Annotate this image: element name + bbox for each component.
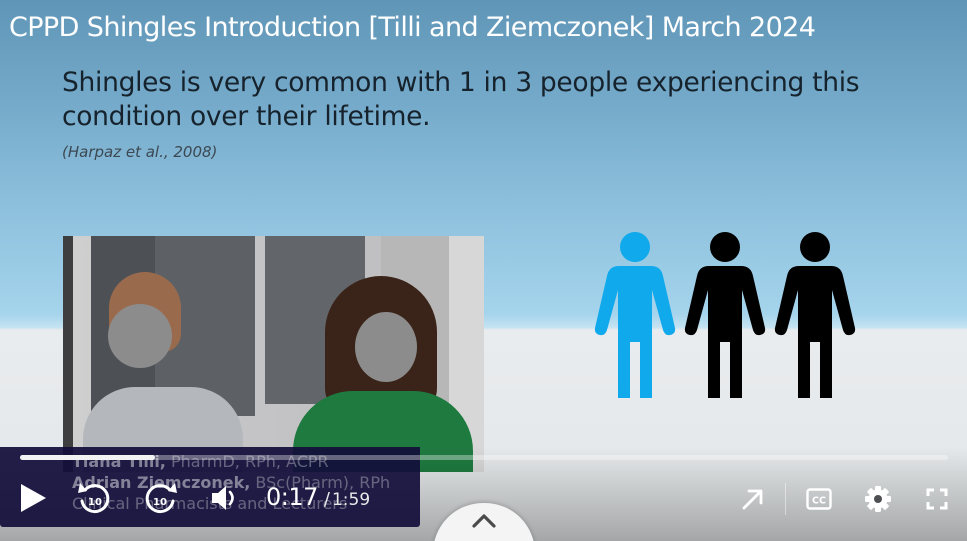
forward-10-icon[interactable]: 10	[142, 479, 178, 517]
people-figures	[594, 232, 856, 398]
volume-icon[interactable]	[210, 484, 240, 512]
svg-text:CC: CC	[812, 496, 826, 507]
presenter-left	[83, 272, 243, 472]
slide-citation: (Harpaz et al., 2008)	[62, 143, 218, 161]
duration: 1:59	[331, 490, 371, 510]
closed-captions-icon[interactable]: CC	[806, 487, 832, 511]
video-title: CPPD Shingles Introduction [Tilli and Zi…	[9, 12, 816, 43]
rewind-10-icon[interactable]: 10	[77, 479, 113, 517]
control-divider	[785, 483, 786, 515]
acoustic-panel	[63, 236, 73, 472]
blurred-face-left	[108, 304, 172, 368]
person-icon	[684, 232, 766, 398]
gear-icon[interactable]	[864, 485, 892, 513]
play-icon[interactable]	[18, 482, 48, 514]
chevron-up-icon	[472, 514, 496, 528]
presenter-webcam	[63, 236, 484, 472]
share-arrow-icon[interactable]	[741, 487, 765, 511]
slide-heading: Shingles is very common with 1 in 3 peop…	[62, 67, 860, 132]
fullscreen-icon[interactable]	[925, 487, 949, 511]
svg-text:10: 10	[153, 497, 167, 508]
person-icon	[774, 232, 856, 398]
seek-bar[interactable]	[20, 455, 948, 460]
time-display: 0:17/1:59	[266, 483, 370, 511]
person-icon-highlighted	[594, 232, 676, 398]
svg-text:10: 10	[88, 497, 102, 508]
video-player[interactable]: CPPD Shingles Introduction [Tilli and Zi…	[0, 0, 967, 541]
time-separator: /	[323, 489, 330, 510]
seek-progress	[20, 455, 155, 460]
current-time: 0:17	[266, 483, 318, 511]
blurred-face-right	[355, 312, 417, 382]
